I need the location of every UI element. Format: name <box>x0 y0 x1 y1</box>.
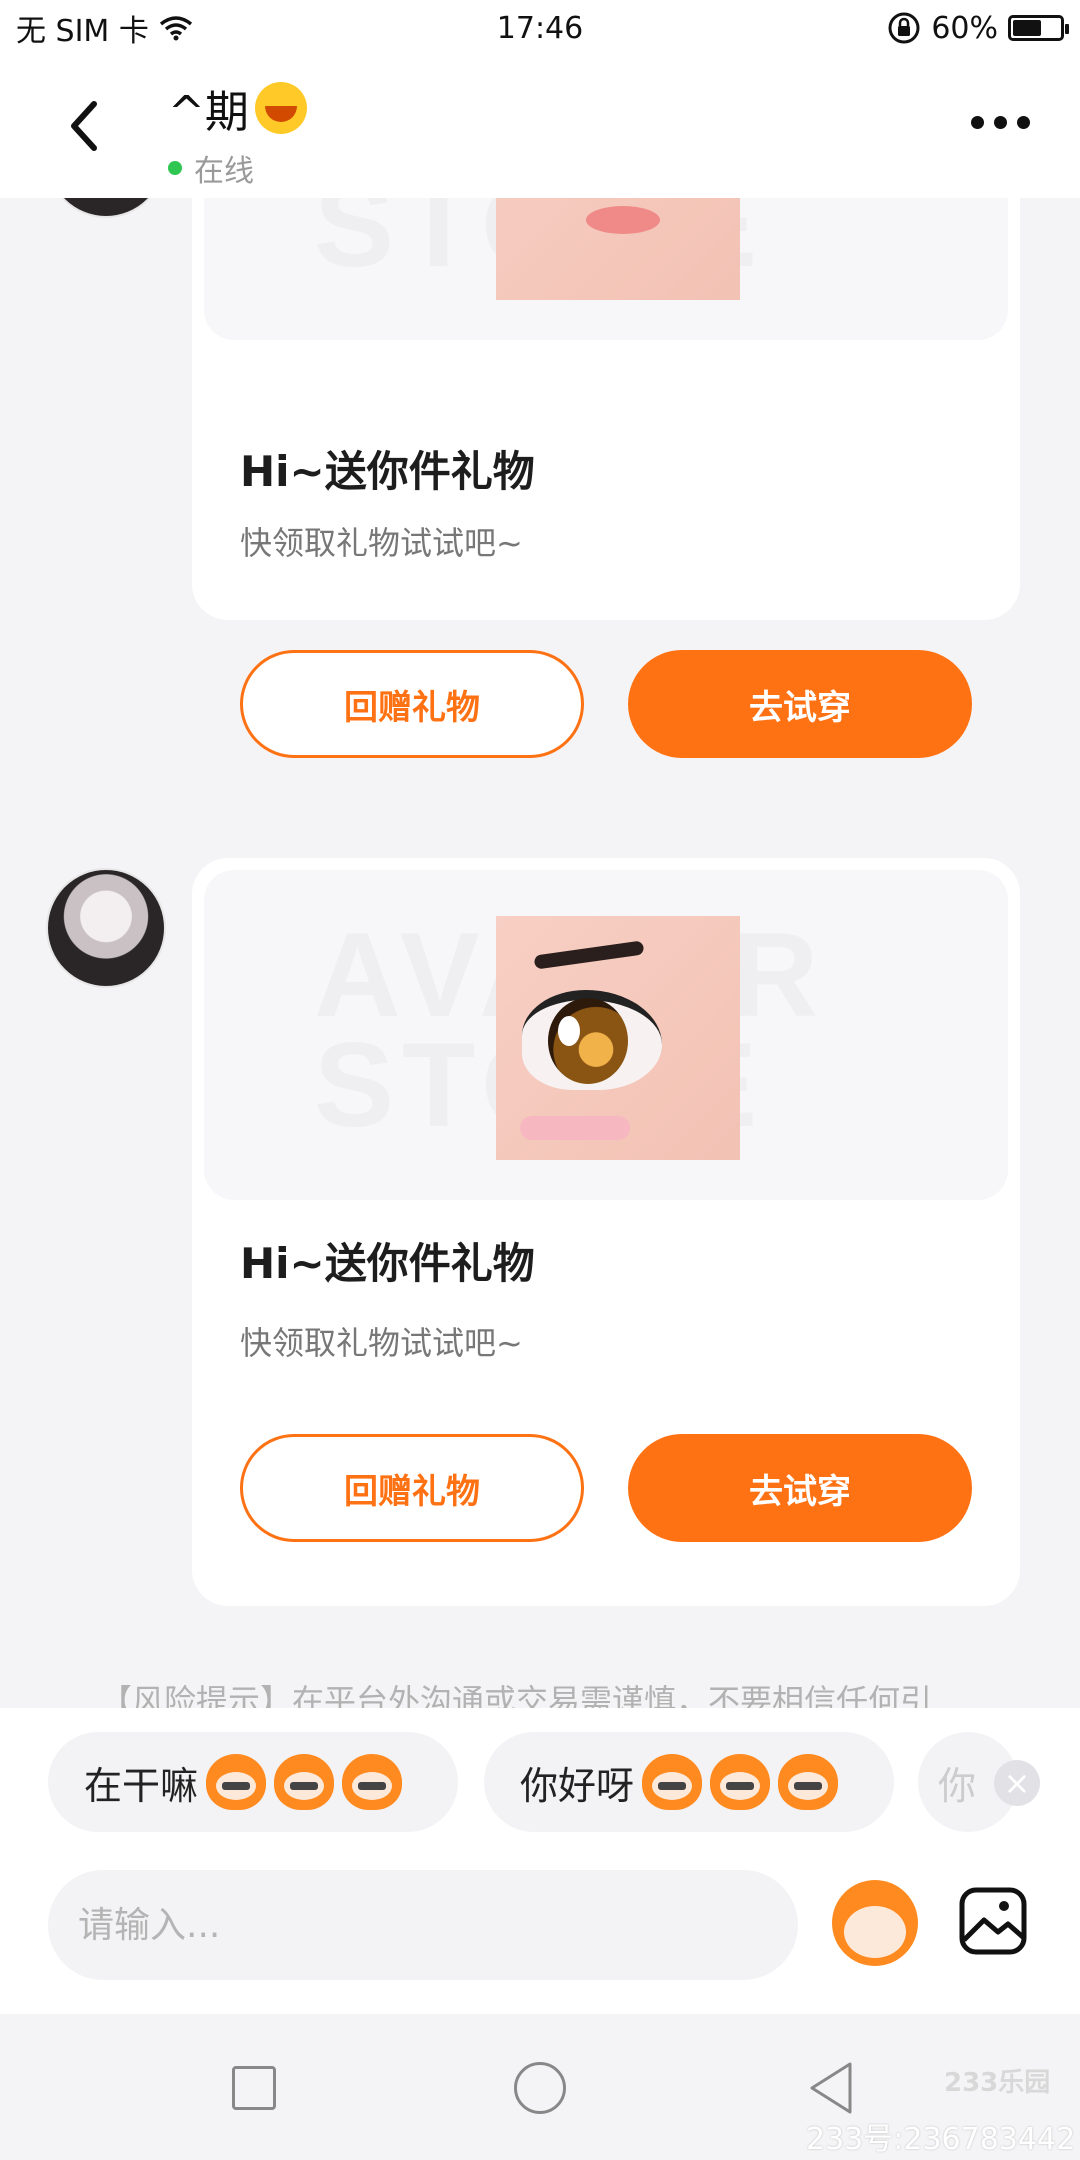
eyebrow-graphic <box>533 940 645 970</box>
gift-item-image-lips <box>496 198 740 300</box>
gift-subtitle: 快领取礼物试试吧~ <box>240 1324 523 1362</box>
mascot-emoji-icon[interactable] <box>832 1880 918 1966</box>
quick-reply-text: 你好呀 <box>520 1763 635 1808</box>
gift-message-card: AVATAR STORE Hi~送你件礼物 快领取礼物试试吧~ <box>192 198 1020 620</box>
contact-info: ^期 在线 <box>168 76 307 190</box>
close-icon[interactable]: × <box>994 1760 1040 1806</box>
battery-fill <box>1013 20 1041 36</box>
gift-item-image-eye <box>496 916 740 1160</box>
gift-preview[interactable]: AVATAR STORE <box>204 870 1008 1200</box>
mascot-grin-icon <box>274 1754 335 1810</box>
gift-subtitle: 快领取礼物试试吧~ <box>240 524 523 562</box>
gift-message-card: AVATAR STORE Hi~送你件礼物 快领取礼物试试吧~ 回赠礼物 去试穿 <box>192 858 1020 1606</box>
mascot-grin-icon <box>206 1754 267 1810</box>
mascot-smile-icon <box>778 1754 839 1810</box>
home-icon[interactable] <box>514 2062 566 2114</box>
return-gift-button[interactable]: 回赠礼物 <box>240 1434 584 1542</box>
chat-header: ^期 在线 <box>0 56 1080 198</box>
lips-graphic <box>586 206 660 234</box>
gift-title: Hi~送你件礼物 <box>240 447 535 496</box>
quick-reply-chip[interactable]: 你好呀 <box>484 1732 894 1832</box>
mascot-smile-icon <box>642 1754 703 1810</box>
battery-icon <box>1008 15 1069 41</box>
status-time: 17:46 <box>496 10 584 46</box>
online-dot-icon <box>168 161 182 175</box>
eye-highlight <box>558 1016 580 1046</box>
quick-reply-text: 你 <box>938 1763 977 1808</box>
mascot-grin-icon <box>342 1754 403 1810</box>
quick-reply-chip[interactable]: 在干嘛 <box>48 1732 458 1832</box>
site-watermark-id: 233号:236783442 <box>806 2122 1076 2157</box>
sender-avatar[interactable] <box>46 868 166 988</box>
quick-reply-bar: 在干嘛 你好呀 你 × <box>0 1708 1080 1858</box>
online-status: 在线 <box>194 154 254 189</box>
laughing-emoji-icon <box>254 82 307 134</box>
status-bar: 无 SIM 卡 17:46 60% <box>0 0 1080 56</box>
image-picker-icon[interactable] <box>958 1886 1028 1956</box>
blush-graphic <box>520 1116 630 1140</box>
gift-preview[interactable]: AVATAR STORE <box>204 198 1008 340</box>
contact-name: ^期 <box>168 87 249 138</box>
return-gift-button[interactable]: 回赠礼物 <box>240 650 584 758</box>
quick-reply-text: 在干嘛 <box>84 1763 199 1808</box>
mascot-smile-icon <box>710 1754 771 1810</box>
input-bar <box>0 1858 1080 2014</box>
back-triangle-icon[interactable] <box>806 2060 856 2116</box>
try-on-button[interactable]: 去试穿 <box>628 1434 972 1542</box>
try-on-button[interactable]: 去试穿 <box>628 650 972 758</box>
recents-icon[interactable] <box>232 2066 276 2110</box>
system-nav-bar: 233乐园 233号:236783442 <box>0 2014 1080 2160</box>
chat-area[interactable]: AVATAR STORE Hi~送你件礼物 快领取礼物试试吧~ 回赠礼物 去试穿… <box>0 198 1080 1708</box>
more-dots-icon[interactable] <box>971 116 1030 129</box>
gift-title: Hi~送你件礼物 <box>240 1239 535 1288</box>
back-arrow-icon[interactable] <box>60 96 110 156</box>
risk-warning: 【风险提示】在平台外沟通或交易需谨慎，不要相信任何引 <box>100 1682 933 1708</box>
site-watermark-logo: 233乐园 <box>944 2068 1051 2098</box>
message-input[interactable] <box>48 1870 798 1980</box>
sender-avatar[interactable] <box>46 198 166 218</box>
